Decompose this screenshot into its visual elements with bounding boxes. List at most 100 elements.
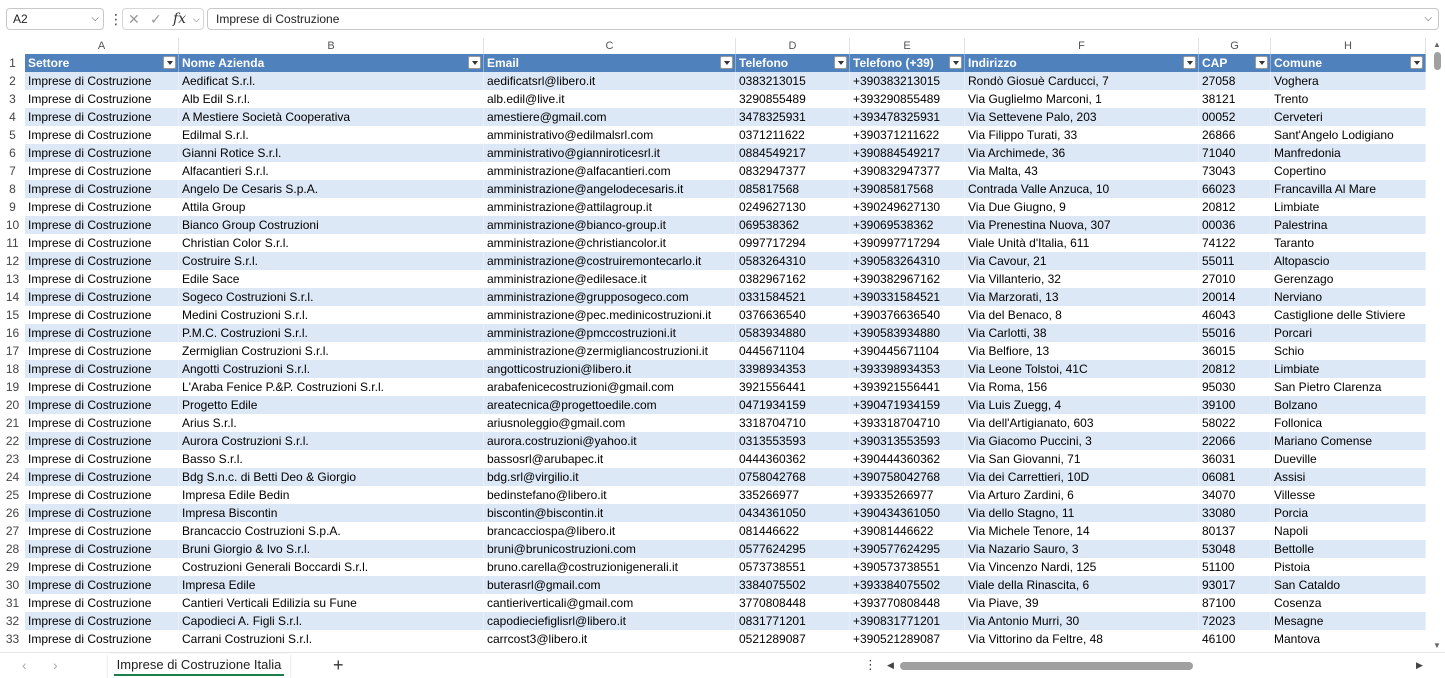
table-cell[interactable]: Imprese di Costruzione: [25, 306, 179, 324]
row-number[interactable]: 23: [0, 450, 25, 468]
row-number[interactable]: 20: [0, 396, 25, 414]
table-cell[interactable]: 081446622: [736, 522, 850, 540]
scroll-up-icon[interactable]: ▲: [1433, 40, 1441, 49]
table-cell[interactable]: San Pietro Clarenza: [1271, 378, 1426, 396]
table-cell[interactable]: 0471934159: [736, 396, 850, 414]
row-number[interactable]: 11: [0, 234, 25, 252]
table-cell[interactable]: aedificatsrl@libero.it: [484, 72, 736, 90]
table-cell[interactable]: Via Villanterio, 32: [965, 270, 1199, 288]
column-header-h[interactable]: H: [1271, 38, 1426, 54]
table-cell[interactable]: Edile Sace: [179, 270, 484, 288]
table-cell[interactable]: carrcost3@libero.it: [484, 630, 736, 648]
table-cell[interactable]: Aurora Costruzioni S.r.l.: [179, 432, 484, 450]
table-cell[interactable]: +39081446622: [850, 522, 965, 540]
row-number[interactable]: 25: [0, 486, 25, 504]
table-cell[interactable]: amministrazione@attilagroup.it: [484, 198, 736, 216]
table-cell[interactable]: 0445671104: [736, 342, 850, 360]
row-number[interactable]: 13: [0, 270, 25, 288]
row-number[interactable]: 32: [0, 612, 25, 630]
table-cell[interactable]: Viale della Rinascita, 6: [965, 576, 1199, 594]
row-number[interactable]: 12: [0, 252, 25, 270]
table-cell[interactable]: +393318704710: [850, 414, 965, 432]
table-cell[interactable]: +390884549217: [850, 144, 965, 162]
cancel-icon[interactable]: ✕: [128, 9, 140, 29]
table-cell[interactable]: 36015: [1199, 342, 1271, 360]
table-cell[interactable]: Via dello Stagno, 11: [965, 504, 1199, 522]
table-cell[interactable]: Trento: [1271, 90, 1426, 108]
table-cell[interactable]: 26866: [1199, 126, 1271, 144]
table-cell[interactable]: Impresa Biscontin: [179, 504, 484, 522]
filter-dropdown-icon[interactable]: [1410, 56, 1423, 69]
table-cell[interactable]: Manfredonia: [1271, 144, 1426, 162]
table-cell[interactable]: amestiere@gmail.com: [484, 108, 736, 126]
table-cell[interactable]: Follonica: [1271, 414, 1426, 432]
table-cell[interactable]: bassosrl@arubapec.it: [484, 450, 736, 468]
table-cell[interactable]: 0382967162: [736, 270, 850, 288]
table-cell[interactable]: +39335266977: [850, 486, 965, 504]
table-cell[interactable]: Castiglione delle Stiviere: [1271, 306, 1426, 324]
filter-dropdown-icon[interactable]: [468, 56, 481, 69]
table-cell[interactable]: Imprese di Costruzione: [25, 468, 179, 486]
table-cell[interactable]: amministrazione@bianco-group.it: [484, 216, 736, 234]
table-cell[interactable]: Brancaccio Costruzioni S.p.A.: [179, 522, 484, 540]
table-cell[interactable]: +390831771201: [850, 612, 965, 630]
table-cell[interactable]: Via Cavour, 21: [965, 252, 1199, 270]
table-cell[interactable]: 66023: [1199, 180, 1271, 198]
table-cell[interactable]: Mariano Comense: [1271, 432, 1426, 450]
table-cell[interactable]: 71040: [1199, 144, 1271, 162]
table-cell[interactable]: +390382967162: [850, 270, 965, 288]
enter-icon[interactable]: ✓: [150, 9, 162, 29]
table-cell[interactable]: cantieriverticali@gmail.com: [484, 594, 736, 612]
row-number[interactable]: 2: [0, 72, 25, 90]
table-cell[interactable]: Mantova: [1271, 630, 1426, 648]
table-cell[interactable]: Bolzano: [1271, 396, 1426, 414]
table-cell[interactable]: 0758042768: [736, 468, 850, 486]
table-cell[interactable]: Christian Color S.r.l.: [179, 234, 484, 252]
table-cell[interactable]: +393478325931: [850, 108, 965, 126]
table-cell[interactable]: 38121: [1199, 90, 1271, 108]
table-cell[interactable]: angotticostruzioni@libero.it: [484, 360, 736, 378]
table-cell[interactable]: bdg.srl@virgilio.it: [484, 468, 736, 486]
table-cell[interactable]: Imprese di Costruzione: [25, 558, 179, 576]
table-cell[interactable]: 0997717294: [736, 234, 850, 252]
column-header-g[interactable]: G: [1199, 38, 1271, 54]
table-cell[interactable]: Francavilla Al Mare: [1271, 180, 1426, 198]
table-cell[interactable]: 3770808448: [736, 594, 850, 612]
table-cell[interactable]: Carrani Costruzioni S.r.l.: [179, 630, 484, 648]
table-cell[interactable]: amministrazione@christiancolor.it: [484, 234, 736, 252]
table-cell[interactable]: 069538362: [736, 216, 850, 234]
table-cell[interactable]: Bruni Giorgio & Ivo S.r.l.: [179, 540, 484, 558]
table-cell[interactable]: Via Archimede, 36: [965, 144, 1199, 162]
table-cell[interactable]: Alb Edil S.r.l.: [179, 90, 484, 108]
table-cell[interactable]: Sant'Angelo Lodigiano: [1271, 126, 1426, 144]
table-cell[interactable]: Alfacantieri S.r.l.: [179, 162, 484, 180]
header-cell[interactable]: Email: [484, 54, 736, 72]
table-cell[interactable]: Imprese di Costruzione: [25, 288, 179, 306]
table-cell[interactable]: +393921556441: [850, 378, 965, 396]
table-cell[interactable]: Imprese di Costruzione: [25, 126, 179, 144]
table-cell[interactable]: areatecnica@progettoedile.com: [484, 396, 736, 414]
table-cell[interactable]: aurora.costruzioni@yahoo.it: [484, 432, 736, 450]
table-cell[interactable]: Via Guglielmo Marconi, 1: [965, 90, 1199, 108]
table-cell[interactable]: Nerviano: [1271, 288, 1426, 306]
table-cell[interactable]: 0383213015: [736, 72, 850, 90]
row-number[interactable]: 29: [0, 558, 25, 576]
table-cell[interactable]: +390371211622: [850, 126, 965, 144]
table-cell[interactable]: Via dell'Artigianato, 603: [965, 414, 1199, 432]
table-cell[interactable]: Impresa Edile Bedin: [179, 486, 484, 504]
table-cell[interactable]: 0444360362: [736, 450, 850, 468]
table-cell[interactable]: Imprese di Costruzione: [25, 252, 179, 270]
table-cell[interactable]: Imprese di Costruzione: [25, 198, 179, 216]
vertical-scrollbar[interactable]: ▲ ▼: [1430, 38, 1445, 652]
table-cell[interactable]: Imprese di Costruzione: [25, 162, 179, 180]
table-cell[interactable]: 0832947377: [736, 162, 850, 180]
table-cell[interactable]: Attila Group: [179, 198, 484, 216]
table-cell[interactable]: 73043: [1199, 162, 1271, 180]
table-cell[interactable]: 3290855489: [736, 90, 850, 108]
row-number[interactable]: 26: [0, 504, 25, 522]
table-cell[interactable]: Imprese di Costruzione: [25, 576, 179, 594]
header-cell[interactable]: CAP: [1199, 54, 1271, 72]
column-header-d[interactable]: D: [736, 38, 850, 54]
table-cell[interactable]: Via Filippo Turati, 33: [965, 126, 1199, 144]
row-number[interactable]: 33: [0, 630, 25, 648]
